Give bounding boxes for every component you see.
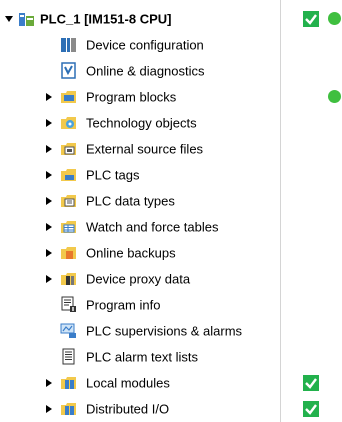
- tree-item-device-configuration[interactable]: Device configuration: [0, 32, 342, 58]
- plc-tags-icon: [60, 166, 77, 183]
- online-status-dot: [328, 11, 341, 25]
- technology-objects-icon: [60, 114, 77, 131]
- item-label: PLC supervisions & alarms: [86, 323, 243, 339]
- tree-root-plc[interactable]: PLC_1 [IM151-8 CPU]: [0, 6, 342, 32]
- tree-item-program-info[interactable]: Program info: [0, 292, 342, 318]
- chevron-right-icon[interactable]: [44, 170, 54, 180]
- tree-item-plc-supervisions-alarms[interactable]: PLC supervisions & alarms: [0, 318, 342, 344]
- tree-item-plc-alarm-text-lists[interactable]: PLC alarm text lists: [0, 344, 342, 370]
- item-label: Technology objects: [86, 115, 197, 131]
- chevron-right-icon[interactable]: [44, 196, 54, 206]
- item-label: Local modules: [86, 375, 170, 391]
- item-label: Device configuration: [86, 37, 204, 53]
- online-backups-icon: [60, 244, 77, 261]
- tree-item-local-modules[interactable]: Local modules: [0, 370, 342, 396]
- chevron-right-icon[interactable]: [44, 144, 54, 154]
- external-source-files-icon: [60, 140, 77, 157]
- plc-alarm-text-lists-icon: [60, 348, 77, 365]
- check-ok-icon: [303, 400, 319, 417]
- tree-item-plc-tags[interactable]: PLC tags: [0, 162, 342, 188]
- tree-item-external-source-files[interactable]: External source files: [0, 136, 342, 162]
- chevron-right-icon[interactable]: [44, 404, 54, 414]
- chevron-right-icon[interactable]: [44, 378, 54, 388]
- item-label: Device proxy data: [86, 271, 191, 287]
- item-label: PLC data types: [86, 193, 175, 209]
- plc-device-icon: [18, 10, 35, 27]
- tree-item-plc-data-types[interactable]: PLC data types: [0, 188, 342, 214]
- plc-supervisions-alarms-icon: [60, 322, 77, 339]
- plc-data-types-icon: [60, 192, 77, 209]
- distributed-io-icon: [60, 400, 77, 417]
- tree-item-device-proxy-data[interactable]: Device proxy data: [0, 266, 342, 292]
- program-blocks-icon: [60, 88, 77, 105]
- tree-item-distributed-io[interactable]: Distributed I/O: [0, 396, 342, 422]
- online-diagnostics-icon: [60, 62, 77, 79]
- chevron-right-icon[interactable]: [44, 222, 54, 232]
- watch-force-tables-icon: [60, 218, 77, 235]
- chevron-right-icon[interactable]: [44, 274, 54, 284]
- item-label: Distributed I/O: [86, 401, 170, 417]
- item-label: PLC tags: [86, 167, 140, 183]
- online-status-dot: [328, 89, 341, 103]
- item-label: Online backups: [86, 245, 176, 261]
- check-ok-icon: [303, 10, 319, 27]
- chevron-right-icon[interactable]: [44, 248, 54, 258]
- local-modules-icon: [60, 374, 77, 391]
- tree-item-online-diagnostics[interactable]: Online & diagnostics: [0, 58, 342, 84]
- chevron-right-icon[interactable]: [44, 118, 54, 128]
- item-label: Program info: [86, 297, 161, 313]
- device-proxy-data-icon: [60, 270, 77, 287]
- tree-item-technology-objects[interactable]: Technology objects: [0, 110, 342, 136]
- item-label: Online & diagnostics: [86, 63, 205, 79]
- item-label: Watch and force tables: [86, 219, 219, 235]
- tree-item-watch-force-tables[interactable]: Watch and force tables: [0, 214, 342, 240]
- tree-item-online-backups[interactable]: Online backups: [0, 240, 342, 266]
- root-label: PLC_1 [IM151-8 CPU]: [40, 11, 172, 27]
- device-config-icon: [60, 36, 77, 53]
- item-label: Program blocks: [86, 89, 177, 105]
- check-ok-icon: [303, 374, 319, 391]
- chevron-right-icon[interactable]: [44, 92, 54, 102]
- chevron-down-icon[interactable]: [4, 14, 14, 24]
- tree-item-program-blocks[interactable]: Program blocks: [0, 84, 342, 110]
- item-label: External source files: [86, 141, 204, 157]
- program-info-icon: [60, 296, 77, 313]
- project-tree: PLC_1 [IM151-8 CPU] Device configuration…: [0, 0, 342, 422]
- item-label: PLC alarm text lists: [86, 349, 198, 365]
